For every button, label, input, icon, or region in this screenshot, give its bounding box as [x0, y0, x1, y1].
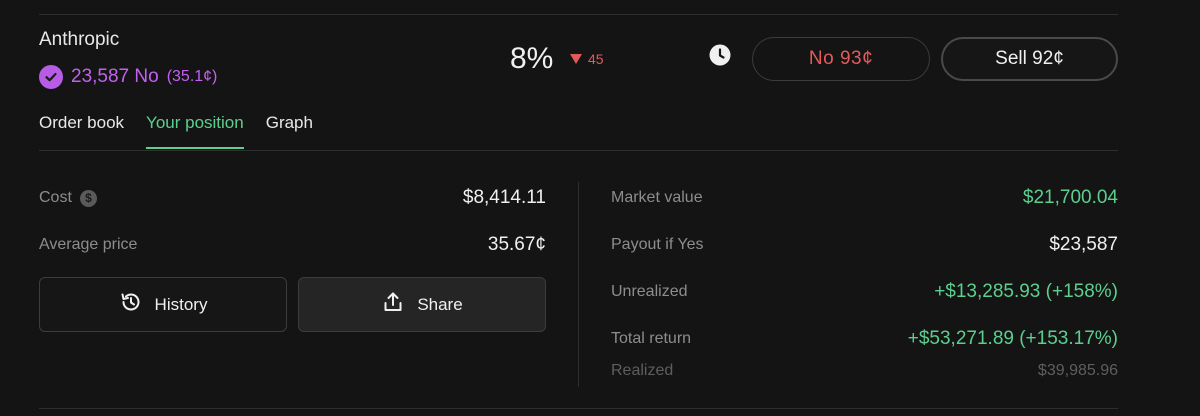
unrealized-value: +$13,285.93 (+158%): [934, 281, 1118, 302]
holding-average-price: (35.1¢): [166, 68, 218, 85]
tab-order-book[interactable]: Order book: [39, 113, 124, 149]
sell-price: 92¢: [1032, 48, 1064, 69]
cost-label: Cost: [39, 189, 72, 206]
average-price-row: Average price 35.67¢: [39, 234, 546, 256]
average-price-value: 35.67¢: [487, 234, 546, 255]
total-return-label: Total return: [611, 330, 692, 347]
payout-value: $23,587: [1049, 234, 1118, 255]
buy-no-button[interactable]: No 93¢: [752, 37, 930, 81]
market-value: $21,700.04: [1022, 187, 1118, 208]
buy-no-label: No: [808, 48, 835, 69]
share-label: Share: [417, 294, 463, 314]
tabs-divider: [39, 150, 1118, 151]
payout-row: Payout if Yes $23,587: [611, 234, 1118, 256]
total-return-value: +$53,271.89 (+153.17%): [907, 328, 1118, 349]
market-value-row: Market value $21,700.04: [611, 187, 1118, 209]
realized-label: Realized: [611, 362, 674, 379]
history-icon: [119, 290, 143, 319]
cost-value: $8,414.11: [462, 187, 546, 208]
market-value-label: Market value: [611, 189, 703, 206]
realized-row: Realized $39,985.96: [611, 362, 1118, 380]
tab-your-position[interactable]: Your position: [146, 113, 244, 149]
history-button[interactable]: History: [39, 277, 287, 332]
tab-graph[interactable]: Graph: [266, 113, 313, 149]
cost-row: Cost $ $8,414.11: [39, 187, 546, 209]
history-label: History: [154, 294, 208, 314]
position-panel: Anthropic 23,587 No (35.1¢) 8% 45 No 93¢…: [0, 0, 1200, 416]
top-divider: [39, 14, 1118, 15]
holding-summary: 23,587 No (35.1¢): [39, 65, 217, 89]
unrealized-label: Unrealized: [611, 283, 688, 300]
holding-shares: 23,587 No: [71, 66, 159, 87]
sell-label: Sell: [995, 48, 1027, 69]
tab-bar: Order book Your position Graph: [39, 113, 335, 149]
market-percent: 8%: [510, 42, 554, 75]
realized-value: $39,985.96: [1037, 362, 1118, 379]
buy-no-price: 93¢: [839, 48, 874, 69]
share-icon: [381, 290, 405, 319]
down-triangle-icon: [570, 54, 582, 64]
total-return-row: Total return +$53,271.89 (+153.17%): [611, 328, 1118, 350]
check-circle-icon: [39, 65, 63, 89]
share-button[interactable]: Share: [298, 277, 546, 332]
market-name: Anthropic: [39, 29, 120, 50]
payout-label: Payout if Yes: [611, 236, 704, 253]
market-delta-value: 45: [588, 51, 604, 67]
clock-icon[interactable]: [709, 44, 731, 66]
sell-button[interactable]: Sell 92¢: [941, 37, 1118, 81]
unrealized-row: Unrealized +$13,285.93 (+158%): [611, 281, 1118, 303]
bottom-divider: [39, 408, 1118, 409]
market-delta: 45: [570, 51, 604, 67]
average-price-label: Average price: [39, 236, 138, 253]
dollar-circle-icon[interactable]: $: [79, 189, 97, 207]
column-divider: [578, 182, 579, 387]
